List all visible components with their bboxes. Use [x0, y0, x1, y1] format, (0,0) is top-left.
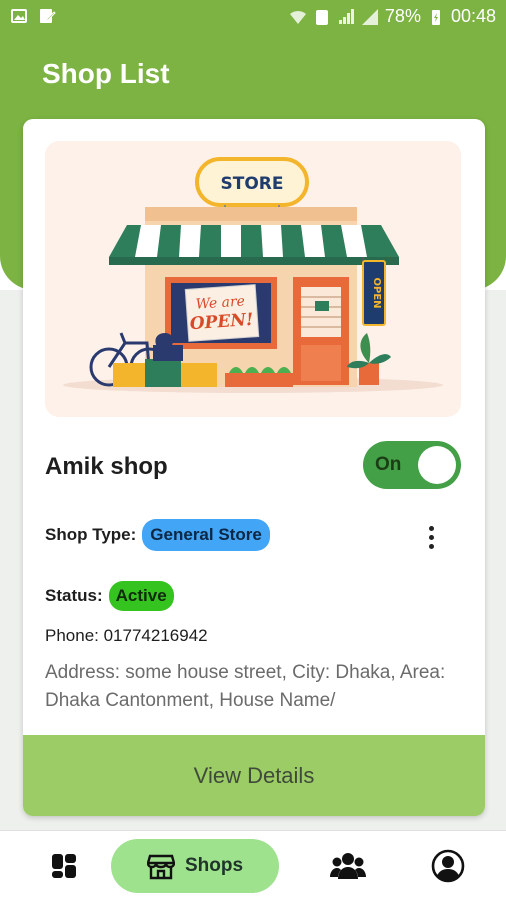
nav-shops[interactable]: Shops [111, 839, 279, 893]
shop-card[interactable]: STORE We are OPEN! OPEN Amik shop On Sho… [23, 119, 485, 816]
gallery-notification-icon [11, 9, 27, 23]
shop-type-badge: General Store [142, 519, 270, 551]
shop-type-label: Shop Type: [45, 525, 137, 544]
status-badge: Active [108, 581, 174, 611]
battery-percent: 78% [384, 6, 421, 26]
page-title: Shop List [42, 58, 170, 89]
clock: 00:48 [450, 6, 496, 26]
nav-users[interactable] [308, 831, 388, 900]
shop-phone: Phone: 01774216942 [45, 626, 208, 645]
open-sign-text: OPEN [371, 277, 382, 308]
shop-name: Amik shop [45, 453, 168, 480]
signal-2-icon [361, 8, 378, 25]
store-sign-text: STORE [221, 174, 284, 194]
dashboard-icon [52, 854, 76, 878]
shop-illustration: STORE We are OPEN! OPEN [45, 141, 461, 417]
shop-address: Address: some house street, City: Dhaka,… [45, 662, 446, 711]
status-bar: 78% 00:48 [0, 0, 506, 34]
sim-icon [315, 9, 328, 25]
shop-type-row: Shop Type: General Store [45, 519, 270, 551]
nav-dashboard[interactable] [24, 831, 104, 900]
toggle-knob [418, 446, 456, 484]
more-options-icon[interactable] [419, 521, 443, 553]
profile-icon [431, 849, 465, 883]
view-details-button[interactable]: View Details [23, 735, 485, 816]
edit-notification-icon [40, 9, 56, 23]
battery-charging-icon [431, 9, 440, 25]
wifi-icon [289, 10, 306, 24]
bottom-nav: Shops [0, 830, 506, 900]
nav-shops-label: Shops [184, 855, 244, 876]
toggle-label: On [375, 454, 402, 475]
store-illustration-icon: STORE We are OPEN! OPEN [63, 157, 443, 393]
shop-active-toggle[interactable]: On [363, 441, 461, 489]
signal-icon [338, 8, 354, 24]
store-icon [146, 854, 175, 880]
status-row: Status: Active [45, 581, 174, 611]
status-label: Status: [45, 586, 103, 605]
users-icon [330, 853, 366, 879]
nav-profile[interactable] [408, 831, 488, 900]
